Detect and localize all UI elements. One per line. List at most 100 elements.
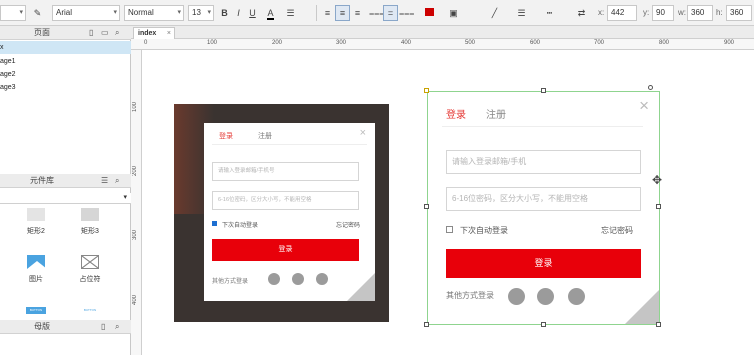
line-style-icon[interactable]: ┅ [542, 5, 557, 21]
page-item-page3[interactable]: age3 [0, 81, 131, 94]
qr-code-icon[interactable] [347, 273, 375, 301]
horizontal-ruler: 0 100 200 300 400 500 600 700 800 900 [131, 39, 754, 50]
search-icon[interactable]: ⌕ [115, 26, 119, 40]
x-label: x: [598, 8, 605, 17]
page-item-page1[interactable]: age1 [0, 55, 131, 68]
bullet-list-icon[interactable]: ☰ [283, 5, 298, 21]
align-bottom-icon[interactable]: ⩶ [398, 5, 414, 21]
selection-box [427, 91, 660, 325]
masters-search-icon[interactable]: ⌕ [115, 320, 119, 334]
w-label: w: [678, 8, 686, 17]
page-item-index[interactable]: x [0, 41, 131, 54]
library-item-button[interactable]: BUTTON [26, 307, 46, 314]
image-icon [27, 255, 45, 269]
arrow-style-icon[interactable]: ⇄ [574, 5, 589, 21]
fill-color-button[interactable] [422, 5, 437, 21]
tab-login[interactable]: 登录 [219, 131, 233, 141]
login-card-small: 登录 注册 × 请输入登录邮箱/手机号 6-16位密码，区分大小写，不能用空格 … [204, 123, 375, 301]
library-item-rect2[interactable]: 矩形2 [16, 208, 56, 236]
wechat-icon[interactable] [292, 273, 304, 285]
selection-handle[interactable] [541, 88, 546, 93]
weibo-icon[interactable] [316, 273, 328, 285]
align-middle-icon[interactable]: = [383, 5, 398, 21]
selection-handle[interactable] [656, 322, 661, 327]
selection-handle[interactable] [541, 322, 546, 327]
other-login-label: 其他方式登录 [212, 279, 249, 285]
tab-index[interactable]: index × [133, 27, 175, 39]
selection-handle[interactable] [424, 322, 429, 327]
menu-icon[interactable]: ☰ [101, 174, 108, 188]
forgot-password-link[interactable]: 忘记密码 [336, 220, 360, 229]
text-style-select[interactable]: Normal ▾ [124, 5, 184, 21]
h-input[interactable]: 360 [726, 5, 752, 21]
selection-handle[interactable] [656, 204, 661, 209]
pages-panel-title: 页面 [34, 28, 50, 37]
library-item-text-button[interactable]: BUTTON [80, 307, 100, 314]
ruler-tick: 200 [132, 166, 138, 177]
ruler-tick: 100 [207, 40, 218, 46]
italic-button[interactable]: I [231, 5, 246, 21]
x-input[interactable]: 442 [607, 5, 637, 21]
selection-handle[interactable] [424, 204, 429, 209]
close-icon[interactable]: × [360, 127, 366, 139]
y-label: y: [643, 8, 650, 17]
ruler-tick: 400 [132, 295, 138, 306]
placeholder-icon [81, 255, 99, 269]
move-cursor-icon: ✥ [652, 173, 663, 187]
line-width-icon[interactable]: ☰ [514, 5, 529, 21]
email-phone-field[interactable]: 请输入登录邮箱/手机号 [212, 162, 359, 181]
ruler-tick: 700 [594, 40, 605, 46]
font-size-select[interactable]: 13 ▾ [188, 5, 214, 21]
ruler-tick: 0 [144, 40, 148, 46]
line-color-icon[interactable]: ╱ [487, 5, 502, 21]
page-item-page2[interactable]: age2 [0, 68, 131, 81]
auto-login-label: 下次自动登录 [222, 223, 259, 229]
masters-panel-header: 母版 ▯ ⌕ [0, 320, 131, 334]
login-button[interactable]: 登录 [212, 239, 359, 261]
align-center-icon[interactable]: ≡ [335, 5, 350, 21]
ruler-tick: 400 [401, 40, 412, 46]
selection-handle[interactable] [424, 88, 429, 93]
zoom-dropdown[interactable]: ▾ [0, 5, 26, 21]
align-right-icon[interactable]: ≡ [350, 5, 365, 21]
y-input[interactable]: 90 [652, 5, 674, 21]
library-item-placeholder[interactable]: 占位符 [70, 255, 110, 284]
format-painter-icon[interactable]: ✎ [30, 5, 45, 21]
qq-icon[interactable] [268, 273, 280, 285]
tab-register[interactable]: 注册 [258, 131, 272, 141]
rect-icon [27, 208, 45, 221]
underline-button[interactable]: U [245, 5, 260, 21]
toolbar-divider [316, 5, 317, 21]
tab-divider [212, 144, 367, 145]
add-folder-icon[interactable]: ▭ [101, 26, 109, 40]
close-tab-icon[interactable]: × [167, 28, 171, 39]
shadow-icon[interactable]: ▣ [446, 5, 461, 21]
vertical-ruler: 100 200 300 400 [131, 50, 142, 355]
ruler-tick: 200 [272, 40, 283, 46]
ruler-tick: 900 [724, 40, 735, 46]
ruler-tick: 300 [336, 40, 347, 46]
font-family-select[interactable]: Arial ▾ [52, 5, 120, 21]
library-item-image[interactable]: 图片 [16, 255, 56, 284]
rect-icon [81, 208, 99, 221]
font-color-button[interactable]: A [263, 5, 278, 21]
align-top-icon[interactable]: ⩶ [368, 5, 384, 21]
library-item-rect3[interactable]: 矩形3 [70, 208, 110, 236]
library-panel-header: 元件库 ☰ ⌕ [0, 174, 131, 188]
masters-panel-title: 母版 [34, 322, 50, 331]
password-field[interactable]: 6-16位密码，区分大小写，不能用空格 [212, 191, 359, 210]
library-select[interactable]: ▾ [0, 193, 131, 204]
add-master-icon[interactable]: ▯ [101, 320, 105, 334]
ruler-tick: 800 [659, 40, 670, 46]
rotate-handle[interactable] [648, 85, 653, 90]
h-label: h: [716, 8, 723, 17]
auto-login-checkbox[interactable] [212, 221, 217, 226]
document-tab-bar: index × [131, 26, 754, 39]
library-search-icon[interactable]: ⌕ [115, 174, 119, 188]
chevron-down-icon: ▾ [123, 194, 127, 201]
align-left-icon[interactable]: ≡ [320, 5, 335, 21]
w-input[interactable]: 360 [687, 5, 713, 21]
add-page-icon[interactable]: ▯ [89, 26, 93, 40]
ruler-tick: 300 [132, 230, 138, 241]
bold-button[interactable]: B [217, 5, 232, 21]
